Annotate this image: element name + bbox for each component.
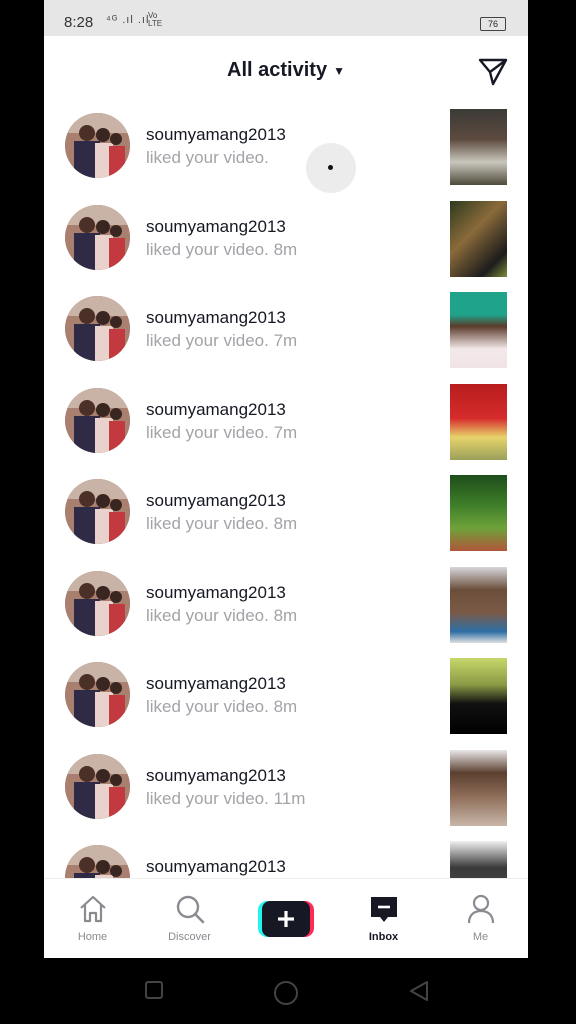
avatar[interactable] (65, 570, 130, 636)
activity-username[interactable]: soumyamang2013 (146, 308, 286, 328)
caret-down-icon: ▼ (333, 63, 345, 78)
activity-filter-dropdown[interactable]: All activity ▼ (44, 59, 528, 82)
tab-discover[interactable]: Discover (141, 879, 238, 958)
avatar[interactable] (65, 479, 130, 544)
avatar[interactable] (65, 387, 130, 453)
activity-username[interactable]: soumyamang2013 (146, 400, 286, 420)
status-bar: 8:28 ⁴ᴳ .ıl .ıl Vo LTE 76 (44, 0, 528, 36)
activity-username[interactable]: soumyamang2013 (146, 125, 286, 145)
video-thumbnail[interactable] (450, 658, 507, 734)
video-thumbnail[interactable] (450, 200, 507, 277)
activity-row[interactable]: soumyamang2013 liked your video. 8m (44, 469, 528, 561)
inbox-icon (371, 897, 397, 922)
activity-row[interactable]: soumyamang2013 liked your video. 8m (44, 561, 528, 653)
avatar[interactable] (65, 845, 130, 879)
network-indicator: Vo LTE (148, 11, 163, 28)
search-icon (176, 895, 205, 924)
activity-row[interactable]: soumyamang2013 (44, 835, 528, 879)
activity-username[interactable]: soumyamang2013 (146, 583, 286, 603)
header: All activity ▼ (44, 36, 528, 106)
phone-screen: 8:28 ⁴ᴳ .ıl .ıl Vo LTE 76 All activity ▼ … (44, 0, 528, 958)
video-thumbnail[interactable] (450, 566, 507, 643)
tab-discover-label: Discover (168, 931, 211, 943)
activity-row[interactable]: soumyamang2013 liked your video. 7m (44, 286, 528, 378)
page-title: All activity (227, 59, 328, 81)
activity-text: liked your video. 11m (146, 788, 306, 808)
tab-inbox-label: Inbox (368, 931, 399, 943)
direct-message-icon[interactable] (476, 54, 510, 88)
tab-inbox[interactable]: Inbox (335, 879, 432, 958)
video-thumbnail[interactable] (450, 292, 507, 368)
create-video-button[interactable] (258, 901, 314, 937)
video-thumbnail[interactable] (450, 475, 507, 551)
video-thumbnail[interactable] (450, 109, 507, 185)
bottom-tab-bar: Home Discover Inbox Me (44, 878, 528, 958)
activity-username[interactable]: soumyamang2013 (146, 674, 286, 694)
tab-me[interactable]: Me (432, 879, 528, 958)
battery-indicator: 76 (480, 17, 506, 31)
avatar[interactable] (65, 753, 130, 819)
touch-indicator (306, 143, 356, 193)
activity-text: liked your video. 7m (146, 422, 298, 442)
avatar[interactable] (65, 662, 130, 727)
activity-row[interactable]: soumyamang2013 liked your video. (44, 103, 528, 195)
video-thumbnail[interactable] (450, 383, 507, 460)
video-thumbnail[interactable] (450, 841, 507, 879)
back-icon[interactable] (408, 980, 430, 1002)
video-thumbnail[interactable] (450, 749, 507, 826)
activity-row[interactable]: soumyamang2013 liked your video. 11m (44, 744, 528, 836)
profile-icon (467, 894, 495, 924)
activity-username[interactable]: soumyamang2013 (146, 766, 286, 786)
activity-text: liked your video. 8m (146, 605, 298, 625)
activity-row[interactable]: soumyamang2013 liked your video. 8m (44, 652, 528, 744)
activity-username[interactable]: soumyamang2013 (146, 857, 286, 877)
activity-text: liked your video. 8m (146, 697, 298, 716)
activity-text: liked your video. 7m (146, 331, 298, 350)
activity-username[interactable]: soumyamang2013 (146, 491, 286, 511)
tab-home-label: Home (77, 931, 108, 943)
home-icon (80, 895, 106, 923)
avatar[interactable] (65, 113, 130, 178)
activity-username[interactable]: soumyamang2013 (146, 217, 286, 237)
activity-text: liked your video. (146, 148, 269, 167)
signal-indicator: ⁴ᴳ .ıl .ıl (106, 14, 150, 26)
activity-text: liked your video. 8m (146, 239, 298, 259)
activity-text: liked your video. 8m (146, 514, 298, 533)
status-time: 8:28 (64, 14, 94, 31)
tab-me-label: Me (472, 931, 489, 943)
avatar[interactable] (65, 204, 130, 270)
activity-list: soumyamang2013 liked your video. soumyaman… (44, 103, 528, 879)
avatar[interactable] (65, 296, 130, 361)
activity-row[interactable]: soumyamang2013 liked your video. 7m (44, 378, 528, 470)
android-nav-bar (0, 958, 576, 1024)
recents-icon[interactable] (144, 980, 164, 1000)
activity-row[interactable]: soumyamang2013 liked your video. 8m (44, 195, 528, 287)
home-nav-icon[interactable] (273, 980, 299, 1006)
tab-home[interactable]: Home (44, 879, 141, 958)
